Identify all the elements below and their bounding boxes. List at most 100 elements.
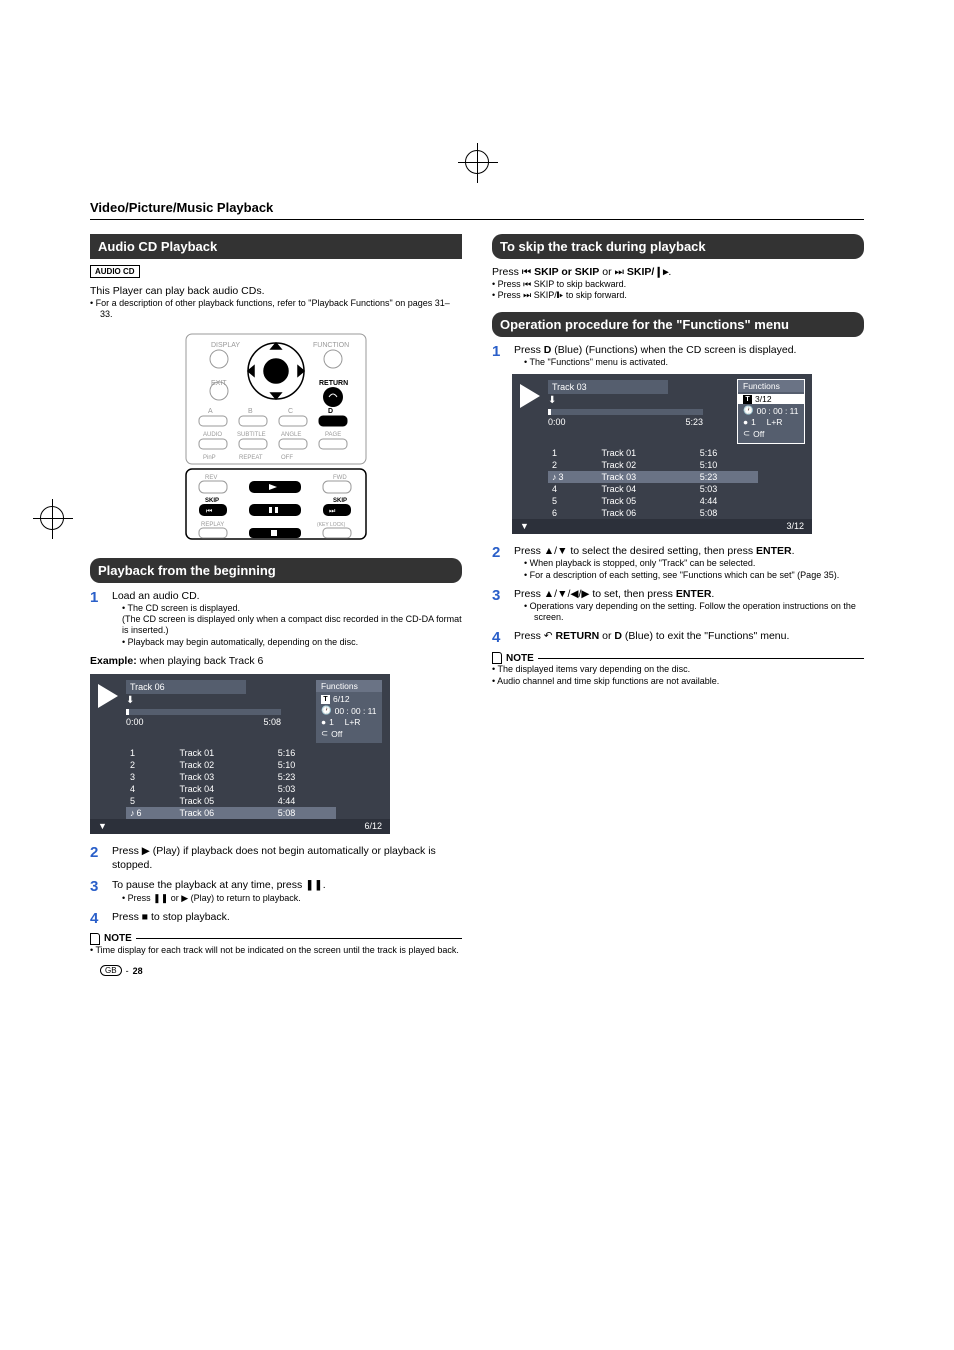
note-heading: NOTE <box>90 933 462 945</box>
step-text: Press ▶ (Play) if playback does not begi… <box>112 844 462 872</box>
step-1: 1 Load an audio CD. The CD screen is dis… <box>90 589 462 648</box>
step-number: 2 <box>492 544 506 581</box>
progress-bar <box>548 409 703 415</box>
intro-bullet: For a description of other playback func… <box>90 298 462 321</box>
note-bullet: Time display for each track will not be … <box>90 945 462 956</box>
step-4: 4 Press ■ to stop playback. <box>90 910 462 927</box>
remote-control-illustration: DISPLAY FUNCTION ENTER EXIT RETURN A B <box>181 329 371 544</box>
step-3: 3 To pause the playback at any time, pre… <box>90 878 462 903</box>
page-footer: GB - 28 <box>100 965 143 976</box>
step-3r: 3 Press ▲/▼/◀/▶ to set, then press ENTER… <box>492 587 864 624</box>
svg-text:OFF: OFF <box>281 455 293 461</box>
step-number: 1 <box>90 589 104 648</box>
two-column-layout: Audio CD Playback AUDIO CD This Player c… <box>90 234 864 956</box>
step-text: Press ■ to stop playback. <box>112 910 462 927</box>
note-bullets: Time display for each track will not be … <box>90 945 462 956</box>
step-4r: 4 Press ↶ RETURN or D (Blue) to exit the… <box>492 629 864 646</box>
svg-text:C: C <box>288 408 293 415</box>
note-bullet: Audio channel and time skip functions ar… <box>492 676 864 687</box>
step-number: 2 <box>90 844 104 872</box>
page-number: 28 <box>133 966 143 976</box>
skip-bullet: Press ⏮ SKIP to skip backward. <box>492 279 864 290</box>
example-line: Example: when playing back Track 6 <box>90 654 462 668</box>
section-title: Video/Picture/Music Playback <box>90 200 864 215</box>
svg-text:REV: REV <box>205 475 217 481</box>
svg-text:SKIP: SKIP <box>333 498 347 504</box>
functions-header: Functions <box>316 680 382 692</box>
svg-text:⏭: ⏭ <box>329 508 336 515</box>
left-column: Audio CD Playback AUDIO CD This Player c… <box>90 234 462 956</box>
audio-icon: ● <box>743 417 748 427</box>
clock-icon: 🕐 <box>321 705 332 716</box>
track-list: 1Track 015:16 2Track 025:10 3Track 035:2… <box>90 745 390 819</box>
functions-panel: Functions T6/12 🕐00 : 00 : 11 ●1 L+R ⊂Of… <box>316 680 382 743</box>
svg-text:(KEY LOCK): (KEY LOCK) <box>317 522 346 528</box>
progress-bar <box>126 709 281 715</box>
heading-skip-track: To skip the track during playback <box>492 234 864 259</box>
down-arrow-icon: ⬇ <box>548 395 738 406</box>
svg-text:REPEAT: REPEAT <box>239 455 263 461</box>
svg-text:ENTER: ENTER <box>266 370 287 376</box>
intro-text: This Player can play back audio CDs. <box>90 284 462 298</box>
down-arrow-icon: ⬇ <box>126 695 316 706</box>
svg-text:PinP: PinP <box>203 455 216 461</box>
step-text: Load an audio CD. <box>112 590 200 602</box>
heading-audio-cd-playback: Audio CD Playback <box>90 234 462 259</box>
divider <box>90 219 864 220</box>
time-total: 5:08 <box>263 717 281 727</box>
functions-panel: Functions T3/12 🕐00 : 00 : 11 ●1 L+R ⊂Of… <box>738 380 804 443</box>
sub-bullet: For a description of each setting, see "… <box>524 570 864 581</box>
svg-text:EXIT: EXIT <box>211 380 227 387</box>
note-icon <box>492 652 502 664</box>
step-1r: 1 Press D (Blue) (Functions) when the CD… <box>492 343 864 368</box>
note-icon <box>90 933 100 945</box>
svg-text:ANGLE: ANGLE <box>281 432 301 438</box>
note-bullets: The displayed items vary depending on th… <box>492 664 864 687</box>
down-triangle-icon: ▼ <box>98 821 107 831</box>
clock-icon: 🕐 <box>743 405 754 416</box>
note-bullet: The displayed items vary depending on th… <box>492 664 864 675</box>
svg-text:FUNCTION: FUNCTION <box>313 342 349 349</box>
step-text: To pause the playback at any time, press… <box>112 879 326 891</box>
step-2r: 2 Press ▲/▼ to select the desired settin… <box>492 544 864 581</box>
play-icon <box>98 684 118 708</box>
svg-text:REPLAY: REPLAY <box>201 522 224 528</box>
page-indicator: 6/12 <box>364 821 382 831</box>
sub-bullet: Playback may begin automatically, depend… <box>122 637 462 648</box>
current-track-name: Track 06 <box>126 680 246 694</box>
step-number: 3 <box>492 587 506 624</box>
time-elapsed: 0:00 <box>126 717 144 727</box>
badge-audio-cd: AUDIO CD <box>90 265 140 278</box>
svg-text:B: B <box>248 408 253 415</box>
cd-screen-example-right: Track 03 ⬇ 0:005:23 Functions T3/12 🕐00 … <box>512 374 812 534</box>
svg-text:PAGE: PAGE <box>325 432 341 438</box>
time-elapsed: 0:00 <box>548 417 566 427</box>
heading-functions-menu: Operation procedure for the "Functions" … <box>492 312 864 337</box>
repeat-icon: ⊂ <box>743 428 750 439</box>
svg-text:⏮: ⏮ <box>206 508 212 515</box>
svg-text:AUDIO: AUDIO <box>203 432 222 438</box>
svg-text:D: D <box>328 408 333 415</box>
functions-header: Functions <box>738 380 804 392</box>
step-number: 4 <box>492 629 506 646</box>
sub-bullet: The CD screen is displayed. <box>122 603 462 614</box>
svg-text:SKIP: SKIP <box>205 498 219 504</box>
down-triangle-icon: ▼ <box>520 521 529 531</box>
return-icon: ↶ <box>544 630 553 642</box>
track-list: 1Track 015:16 2Track 025:10 ♪3Track 035:… <box>512 445 812 519</box>
step-2: 2 Press ▶ (Play) if playback does not be… <box>90 844 462 872</box>
region-badge: GB <box>100 965 122 976</box>
skip-instruction: Press ⏮ SKIP or SKIP or ⏭ SKIP/❙▸. <box>492 265 864 279</box>
right-column: To skip the track during playback Press … <box>492 234 864 956</box>
current-track-name: Track 03 <box>548 380 668 394</box>
crop-mark-left <box>40 506 64 530</box>
heading-playback-from-beginning: Playback from the beginning <box>90 558 462 583</box>
step-number: 1 <box>492 343 506 368</box>
skip-bullet: Press ⏭ SKIP/❙▸ to skip forward. <box>492 290 864 301</box>
page-indicator: 3/12 <box>786 521 804 531</box>
skip-bullets: Press ⏮ SKIP to skip backward. Press ⏭ S… <box>492 279 864 302</box>
svg-text:RETURN: RETURN <box>319 380 348 387</box>
sub-bullet: Press ❚❚ or ▶ (Play) to return to playba… <box>122 893 462 904</box>
sub-bullet: The "Functions" menu is activated. <box>524 357 864 368</box>
svg-text:DISPLAY: DISPLAY <box>211 342 240 349</box>
